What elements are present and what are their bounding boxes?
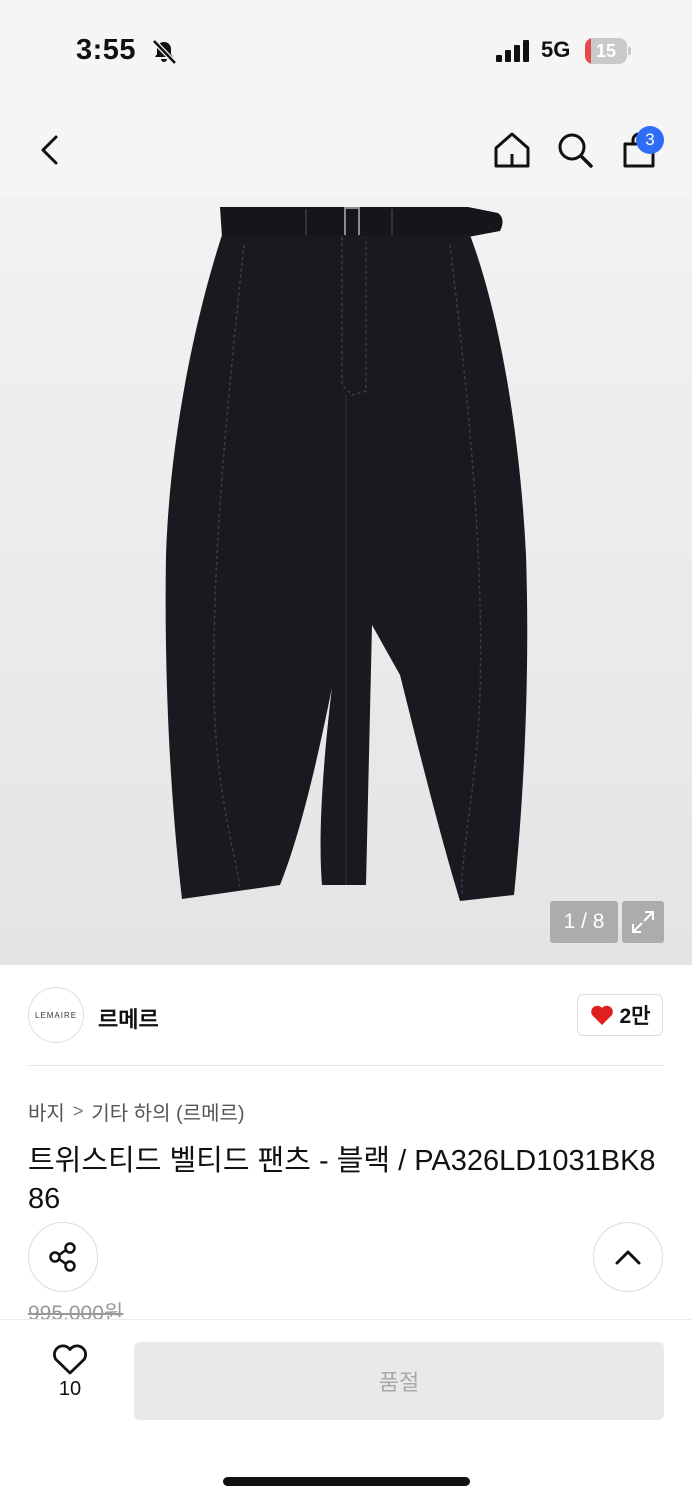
top-nav-bar bbox=[0, 100, 692, 195]
breadcrumb: 바지 > 기타 하의 (르메르) bbox=[28, 1097, 245, 1126]
chevron-left-icon bbox=[41, 135, 58, 165]
sold-out-button[interactable]: 품절 bbox=[134, 1342, 664, 1420]
home-indicator bbox=[223, 1477, 470, 1486]
home-icon bbox=[494, 132, 530, 168]
divider bbox=[28, 1065, 664, 1066]
chevron-up-icon bbox=[615, 1250, 641, 1265]
expand-icon bbox=[632, 911, 654, 933]
wishlist-button[interactable]: 10 bbox=[40, 1344, 100, 1414]
cart-count-badge: 3 bbox=[636, 126, 664, 154]
brand-row: LEMAIRE 르메르 2만 bbox=[28, 987, 664, 1045]
wishlist-count: 10 bbox=[58, 1378, 82, 1400]
product-title: 트위스티드 벨티드 팬츠 - 블랙 / PA326LD1031BK886 bbox=[28, 1145, 656, 1215]
bottom-action-bar: 10 품절 bbox=[0, 1319, 692, 1500]
share-icon bbox=[49, 1242, 76, 1272]
status-bar: 3:55 5G 15 bbox=[0, 0, 692, 100]
brand-like-button[interactable]: 2만 bbox=[577, 994, 663, 1036]
heart-outline-icon bbox=[53, 1344, 87, 1375]
search-button[interactable] bbox=[551, 126, 599, 174]
product-image-gallery[interactable]: 1 / 8 bbox=[0, 195, 692, 965]
brand-like-count: 2만 bbox=[619, 1005, 651, 1028]
black-pants-icon bbox=[165, 207, 528, 901]
breadcrumb-item-category[interactable]: 바지 bbox=[28, 1097, 65, 1126]
battery-icon: 15 bbox=[585, 38, 631, 64]
search-icon bbox=[558, 133, 593, 168]
image-counter: 1 / 8 bbox=[550, 901, 618, 943]
battery-level: 15 bbox=[595, 41, 617, 61]
network-label: 5G bbox=[541, 37, 571, 62]
scroll-to-top-button[interactable] bbox=[593, 1222, 663, 1292]
brand-logo[interactable]: LEMAIRE bbox=[28, 987, 84, 1043]
bell-slash-icon bbox=[152, 39, 177, 65]
breadcrumb-item-subcategory[interactable]: 기타 하의 (르메르) bbox=[91, 1097, 244, 1126]
brand-name[interactable]: 르메르 bbox=[98, 1002, 159, 1034]
breadcrumb-separator: > bbox=[72, 1101, 84, 1121]
status-time: 3:55 bbox=[76, 34, 137, 66]
heart-filled-icon bbox=[590, 1005, 613, 1025]
share-button[interactable] bbox=[28, 1222, 98, 1292]
back-button[interactable] bbox=[26, 126, 74, 174]
home-button[interactable] bbox=[488, 126, 536, 174]
expand-image-button[interactable] bbox=[622, 901, 664, 943]
cellular-signal-icon bbox=[496, 40, 529, 62]
